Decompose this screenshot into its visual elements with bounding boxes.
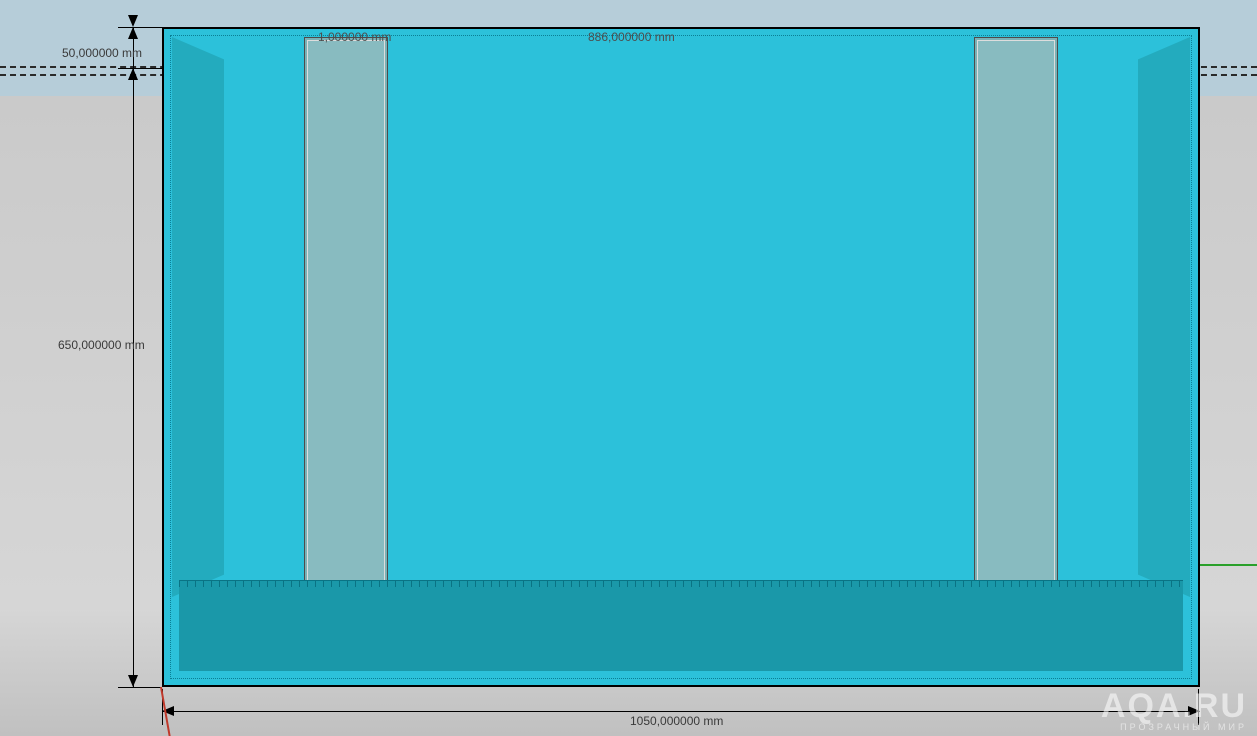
dim-line-height-main bbox=[133, 27, 134, 687]
tank-brace-left[interactable] bbox=[304, 37, 388, 597]
watermark-title: AQA.RU bbox=[1101, 689, 1247, 723]
dim-label-brace-offset: 1,000000 mm bbox=[318, 30, 391, 44]
arrowhead-down-icon bbox=[128, 675, 138, 687]
tank-floor bbox=[179, 580, 1183, 671]
dim-extension-offset bbox=[118, 68, 162, 69]
tank-wall-right bbox=[1138, 37, 1190, 597]
dim-label-height-main: 650,000000 mm bbox=[58, 338, 145, 352]
dim-extension-bottom bbox=[118, 687, 162, 688]
arrowhead-up-offset-icon bbox=[128, 68, 138, 80]
tank-brace-right[interactable] bbox=[974, 37, 1058, 597]
tank-wall-left bbox=[172, 37, 224, 597]
aquarium-tank[interactable] bbox=[162, 27, 1200, 687]
watermark: AQA.RU ПРОЗРАЧНЫЙ МИР bbox=[1101, 689, 1247, 732]
dim-label-height-offset: 50,000000 mm bbox=[62, 46, 142, 60]
dim-extension-top bbox=[118, 27, 162, 28]
dim-label-inner-width: 886,000000 mm bbox=[588, 30, 675, 44]
dim-line-width bbox=[162, 711, 1200, 712]
cad-viewport[interactable]: 650,000000 mm 50,000000 mm 1,000000 mm 8… bbox=[0, 0, 1257, 736]
axis-green-icon bbox=[1200, 564, 1257, 566]
arrowhead-down-offset-icon bbox=[128, 15, 138, 27]
watermark-tagline: ПРОЗРАЧНЫЙ МИР bbox=[1101, 723, 1247, 732]
dim-label-width: 1050,000000 mm bbox=[630, 714, 723, 728]
